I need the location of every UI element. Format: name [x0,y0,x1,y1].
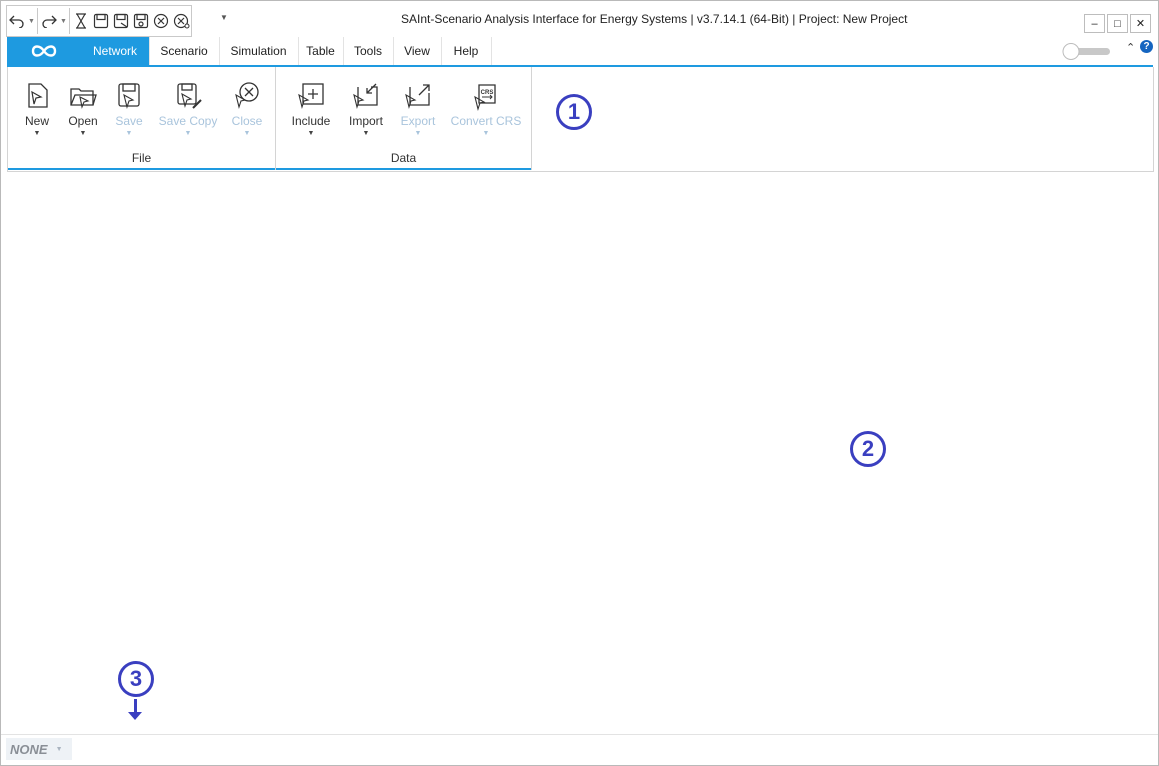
include-button[interactable]: Include ▼ [290,81,332,137]
mode-selector[interactable]: NONE ▼ [6,738,72,760]
hourglass-button[interactable] [71,10,91,32]
tab-network[interactable]: Network [81,37,150,65]
include-label: Include [291,114,331,128]
save-copy-icon [177,83,202,109]
data-group: Include ▼ Import ▼ Export ▼ CRS Convert … [276,67,531,170]
tab-scenario[interactable]: Scenario [149,37,220,65]
file-group-underline [8,168,275,170]
undo-button[interactable] [7,10,27,32]
tab-simulation[interactable]: Simulation [219,37,299,65]
infinity-logo-icon [31,45,57,57]
save-icon [93,13,109,29]
new-network-icon [28,83,48,108]
qat-close-all-button[interactable] [171,10,191,32]
import-label: Import [348,114,383,128]
close-button[interactable]: Close ▼ [229,81,265,137]
maximize-button[interactable]: □ [1107,14,1128,33]
redo-button[interactable] [39,10,59,32]
qat-divider [37,8,38,34]
app-window: ▼ ▼ ▼ SAInt-Scenario Analysis Interface … [0,0,1159,766]
export-button[interactable]: Export ▼ [398,81,438,137]
customize-qat-icon[interactable]: ▼ [220,13,228,22]
convert-crs-icon: CRS [474,84,496,111]
theme-toggle[interactable] [1062,43,1112,60]
include-icon [298,83,324,109]
help-icon[interactable]: ? [1140,40,1153,53]
save-button[interactable]: Save ▼ [112,81,146,137]
convert-crs-dropdown-icon: ▼ [482,130,490,137]
redo-dropdown-icon[interactable]: ▼ [59,10,68,32]
ribbon-tab-row: Network Scenario Simulation Table Tools … [7,37,1153,67]
close-network-icon [235,82,259,109]
import-dropdown-icon: ▼ [362,130,370,137]
callout-1: 1 [556,94,592,130]
close-window-button[interactable]: ✕ [1130,14,1151,33]
close-label: Close [231,114,263,128]
qat-close-button[interactable] [151,10,171,32]
app-menu-button[interactable] [7,37,81,65]
window-title: SAInt-Scenario Analysis Interface for En… [401,12,908,26]
mode-dropdown-icon: ▼ [55,745,63,753]
callout-3-arrowhead [128,712,142,720]
undo-icon [9,15,24,28]
save-icon [118,83,140,109]
quick-access-toolbar: ▼ ▼ [6,5,192,37]
qat-save-as-button[interactable] [111,10,131,32]
tab-view[interactable]: View [393,37,442,65]
import-icon [353,83,378,109]
save-copy-dropdown-icon: ▼ [184,130,192,137]
mode-value: NONE [10,741,48,757]
new-label: New [24,114,49,128]
save-dropdown-icon: ▼ [125,130,133,137]
export-label: Export [400,114,436,128]
callout-3: 3 [118,661,154,697]
callout-3-arrow [134,699,137,713]
close-network-icon [153,13,169,29]
new-dropdown-icon: ▼ [33,130,41,137]
tab-table[interactable]: Table [298,37,344,65]
collapse-ribbon-icon[interactable]: ⌃ [1126,41,1135,54]
new-button[interactable]: New ▼ [20,81,54,137]
convert-crs-button[interactable]: CRS Convert CRS ▼ [450,81,522,137]
file-group: New ▼ Open ▼ Save ▼ Save Copy ▼ Close ▼ … [8,67,275,170]
open-label: Open [68,114,98,128]
save-copy-icon [133,13,149,29]
data-group-underline [276,168,531,170]
group-divider [531,67,532,170]
open-folder-icon [70,88,97,109]
close-all-icon [173,13,190,29]
tab-tools[interactable]: Tools [343,37,394,65]
save-copy-label: Save Copy [158,114,218,128]
minimize-button[interactable]: – [1084,14,1105,33]
convert-crs-label: Convert CRS [450,114,522,128]
export-icon [405,84,430,109]
qat-save-button[interactable] [91,10,111,32]
status-bar: NONE ▼ [1,734,1158,765]
save-copy-button[interactable]: Save Copy ▼ [159,81,217,137]
save-label: Save [115,114,143,128]
undo-dropdown-icon[interactable]: ▼ [27,10,36,32]
hourglass-icon [76,13,86,29]
close-dropdown-icon: ▼ [243,130,251,137]
file-group-label: File [131,151,152,165]
save-as-icon [113,13,129,29]
qat-divider [69,8,70,34]
include-dropdown-icon: ▼ [307,130,315,137]
tab-help[interactable]: Help [441,37,492,65]
export-dropdown-icon: ▼ [414,130,422,137]
svg-text:CRS: CRS [481,90,494,96]
qat-save-copy-button[interactable] [131,10,151,32]
import-button[interactable]: Import ▼ [346,81,386,137]
toggle-switch-icon [1062,43,1110,60]
redo-icon [42,15,57,28]
open-dropdown-icon: ▼ [79,130,87,137]
callout-2: 2 [850,431,886,467]
open-button[interactable]: Open ▼ [66,81,100,137]
data-group-label: Data [390,151,417,165]
